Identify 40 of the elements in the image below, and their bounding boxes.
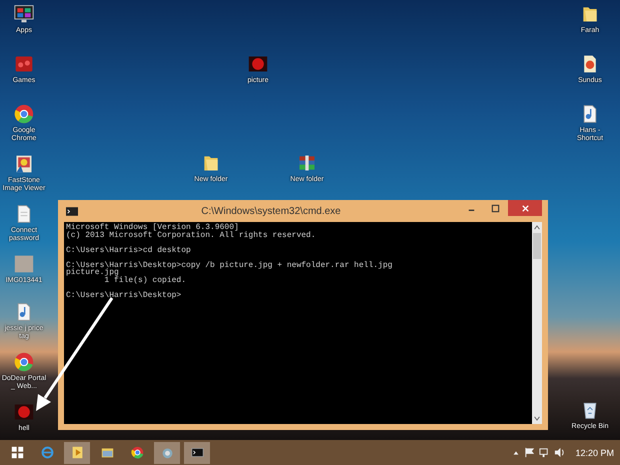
close-button[interactable] (508, 200, 542, 216)
console-line: Microsoft Windows [Version 6.3.9600] (66, 224, 240, 232)
image-viewer-icon[interactable] (14, 154, 34, 174)
chrome-icon[interactable] (14, 352, 34, 372)
scrollbar-thumb[interactable] (533, 233, 541, 259)
chrome-icon (130, 446, 144, 459)
internet-explorer-icon (40, 446, 54, 459)
file-explorer-icon (100, 446, 114, 459)
app-icon (160, 446, 174, 459)
taskbar-button[interactable] (154, 442, 180, 464)
taskbar-button[interactable] (64, 442, 90, 464)
command-prompt-icon (66, 207, 78, 216)
console-line: 1 file(s) copied. (104, 276, 188, 284)
console-line: C:\Users\Harris\Desktop>copy /b picture.jpg + newfolder.rar hell.jpg (66, 262, 394, 269)
apps-icon[interactable] (14, 4, 34, 24)
game-icon[interactable] (14, 54, 34, 74)
show-hidden-icons-icon[interactable] (512, 448, 520, 456)
windows-start-icon (10, 446, 24, 459)
image-thumbnail-icon[interactable] (14, 254, 34, 274)
chrome-icon[interactable] (14, 104, 34, 124)
console-line: (c) 2013 Microsoft Corporation. All rights reserved. (66, 232, 317, 239)
scroll-up-icon[interactable] (533, 224, 541, 231)
close-icon (520, 204, 530, 212)
scroll-down-icon[interactable] (533, 415, 541, 422)
console-line: C:\Users\Harris\Desktop> (66, 292, 182, 299)
archive-icon[interactable] (297, 153, 317, 173)
network-icon[interactable] (539, 447, 550, 458)
scrollbar[interactable] (532, 222, 542, 424)
video-file-icon[interactable] (14, 402, 34, 422)
volume-icon[interactable] (554, 447, 566, 458)
console-line: C:\Users\Harris>cd desktop (66, 246, 192, 254)
video-file-icon[interactable] (248, 54, 268, 74)
taskbar-button[interactable] (184, 442, 210, 464)
command-prompt-icon (190, 446, 204, 459)
console-line: picture.jpg (66, 269, 119, 276)
maximize-icon (490, 204, 500, 212)
flag-icon[interactable] (524, 447, 536, 458)
media-player-icon (70, 446, 84, 459)
window-title: C:\Windows\system32\cmd.exe (200, 206, 342, 217)
clock[interactable]: 12:20 PM (575, 448, 614, 458)
